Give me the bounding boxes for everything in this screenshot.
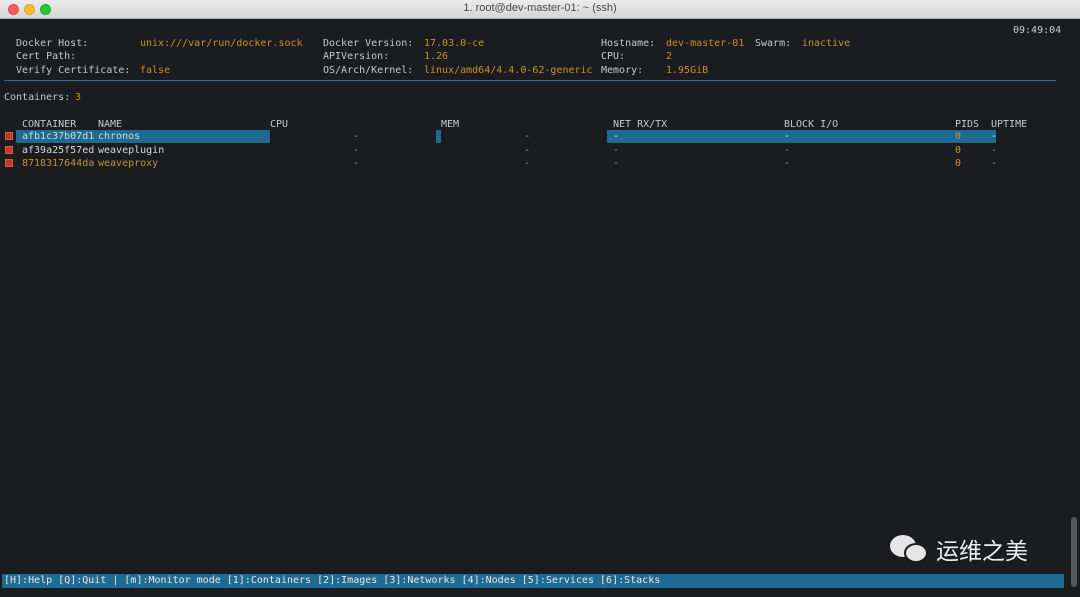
uptime-value-cell: - <box>991 145 998 156</box>
mem-value-cell: - <box>524 131 531 142</box>
block-io-value-cell: - <box>784 131 791 142</box>
header-separator <box>4 80 1056 81</box>
docker-version-value: 17.03.0-ce <box>424 38 485 49</box>
container-name[interactable]: chronos <box>98 130 140 143</box>
column-header-mem: MEM <box>441 119 460 130</box>
watermark-text: 运维之美 <box>936 539 1028 565</box>
uptime-value-cell: - <box>991 131 998 142</box>
block-io-value-cell: - <box>784 158 791 169</box>
stopped-status-icon <box>5 146 13 154</box>
watermark: 运维之美 <box>890 532 1028 566</box>
os-arch-kernel-label: OS/Arch/Kernel: <box>323 65 414 76</box>
docker-version-label: Docker Version: <box>323 38 414 49</box>
selected-row-highlight-right <box>607 130 996 143</box>
docker-host-label: Docker Host: <box>16 38 89 49</box>
memory-value: 1.95GiB <box>666 65 709 76</box>
cpu-label: CPU: <box>601 51 626 62</box>
stopped-status-icon <box>5 159 13 167</box>
mem-value-cell: - <box>524 158 531 169</box>
window-titlebar: 1. root@dev-master-01: ~ (ssh) <box>0 0 1080 19</box>
docker-host-value: unix:///var/run/docker.sock <box>140 38 303 49</box>
uptime-value-cell: - <box>991 158 998 169</box>
wechat-icon <box>890 533 930 565</box>
stopped-status-icon <box>5 132 13 140</box>
scrollbar-thumb[interactable] <box>1071 517 1077 587</box>
pids-value-cell: 0 <box>955 145 962 156</box>
cpu-value-cell: - <box>353 131 360 142</box>
container-id[interactable]: af39a25f57ed <box>22 144 94 157</box>
hostname-label: Hostname: <box>601 38 656 49</box>
terminal-scrollbar[interactable] <box>1068 19 1080 597</box>
cpu-value: 2 <box>666 51 673 62</box>
terminal-area[interactable]: 09:49:04 Docker Host: unix:///var/run/do… <box>0 19 1068 597</box>
cpu-value-cell: - <box>353 158 360 169</box>
container-id[interactable]: afb1c37b07d1 <box>22 130 94 143</box>
api-version-value: 1.26 <box>424 51 449 62</box>
pids-value-cell: 0 <box>955 158 962 169</box>
window-title: 1. root@dev-master-01: ~ (ssh) <box>463 2 617 14</box>
column-header-cpu: CPU <box>270 119 289 130</box>
cpu-value-cell: - <box>353 145 360 156</box>
block-io-value-cell: - <box>784 145 791 156</box>
keybinding-footer: [H]:Help [Q]:Quit | [m]:Monitor mode [1]… <box>2 574 1064 588</box>
container-name[interactable]: weaveplugin <box>98 144 164 157</box>
verify-cert-value: false <box>140 65 171 76</box>
net-value-cell: - <box>613 158 620 169</box>
memory-label: Memory: <box>601 65 644 76</box>
mem-usage-bar <box>436 130 441 143</box>
net-value-cell: - <box>613 131 620 142</box>
clock: 09:49:04 <box>1013 25 1062 36</box>
cert-path-label: Cert Path: <box>16 51 77 62</box>
containers-count: 3 <box>75 92 82 103</box>
container-name[interactable]: weaveproxy <box>98 157 158 170</box>
os-arch-kernel-value: linux/amd64/4.4.0-62-generic <box>424 65 593 76</box>
pids-value-cell: 0 <box>955 131 962 142</box>
swarm-value: inactive <box>802 38 851 49</box>
mem-value-cell: - <box>524 145 531 156</box>
verify-cert-label: Verify Certificate: <box>16 65 131 76</box>
container-id[interactable]: 8718317644da <box>22 157 94 170</box>
containers-label: Containers: <box>4 92 71 103</box>
hostname-value: dev-master-01 <box>666 38 745 49</box>
api-version-label: APIVersion: <box>323 51 390 62</box>
swarm-label: Swarm: <box>755 38 792 49</box>
net-value-cell: - <box>613 145 620 156</box>
